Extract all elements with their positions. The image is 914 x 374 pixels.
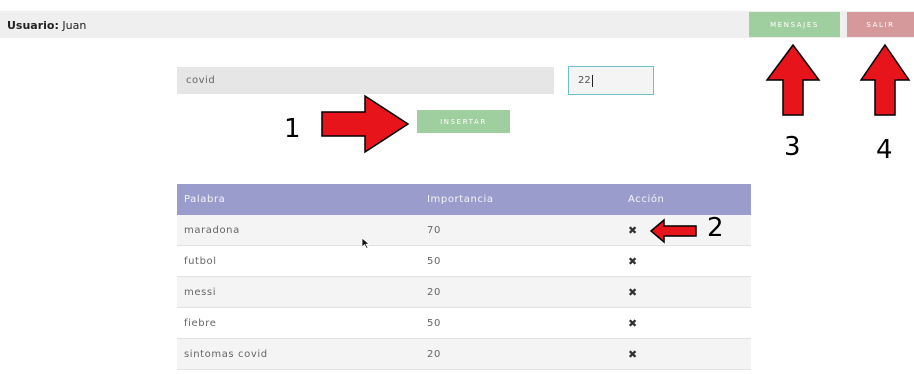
delete-icon[interactable]: ✖: [628, 224, 638, 237]
row-word: messi: [177, 276, 420, 308]
annotation-arrow-4-icon: [859, 43, 911, 116]
delete-icon[interactable]: ✖: [628, 255, 638, 268]
delete-icon[interactable]: ✖: [628, 348, 638, 361]
exit-button[interactable]: SALIR: [847, 12, 914, 37]
row-importance: 50: [420, 245, 621, 277]
table-row: messi 20 ✖: [177, 276, 751, 308]
row-importance: 20: [420, 276, 621, 308]
word-input[interactable]: covid: [177, 67, 554, 94]
column-header-importance: Importancia: [420, 184, 621, 215]
importance-input-value: 22: [578, 75, 591, 86]
column-header-word: Palabra: [177, 184, 420, 215]
annotation-label-3: 3: [784, 132, 801, 162]
word-input-value: covid: [186, 75, 216, 86]
user-label-title: Usuario:: [7, 19, 59, 32]
user-name: Juan: [62, 19, 87, 32]
text-caret: [591, 74, 593, 87]
messages-button[interactable]: MENSAJES: [749, 12, 840, 37]
row-importance: 50: [420, 307, 621, 339]
importance-input[interactable]: 22: [568, 66, 654, 95]
annotation-label-1: 1: [284, 114, 301, 144]
row-word: fiebre: [177, 307, 420, 339]
words-table: Palabra Importancia Acción maradona 70 ✖…: [177, 184, 751, 370]
column-header-action: Acción: [621, 184, 751, 215]
table-row: sintomas covid 20 ✖: [177, 338, 751, 370]
annotation-arrow-2-icon: [649, 218, 697, 244]
mouse-cursor-icon: [361, 237, 370, 249]
user-label: Usuario: Juan: [7, 19, 86, 32]
annotation-label-2: 2: [707, 213, 724, 243]
insert-button[interactable]: INSERTAR: [417, 110, 510, 133]
row-word: sintomas covid: [177, 338, 420, 370]
delete-icon[interactable]: ✖: [628, 317, 638, 330]
annotation-arrow-1-icon: [321, 94, 410, 154]
row-word: maradona: [177, 215, 420, 246]
table-row: fiebre 50 ✖: [177, 307, 751, 339]
table-row: futbol 50 ✖: [177, 245, 751, 277]
row-importance: 20: [420, 338, 621, 370]
row-importance: 70: [420, 215, 621, 246]
annotation-arrow-3-icon: [765, 43, 821, 116]
annotation-label-4: 4: [876, 135, 893, 165]
delete-icon[interactable]: ✖: [628, 286, 638, 299]
row-word: futbol: [177, 245, 420, 277]
table-header-row: Palabra Importancia Acción: [177, 184, 751, 215]
